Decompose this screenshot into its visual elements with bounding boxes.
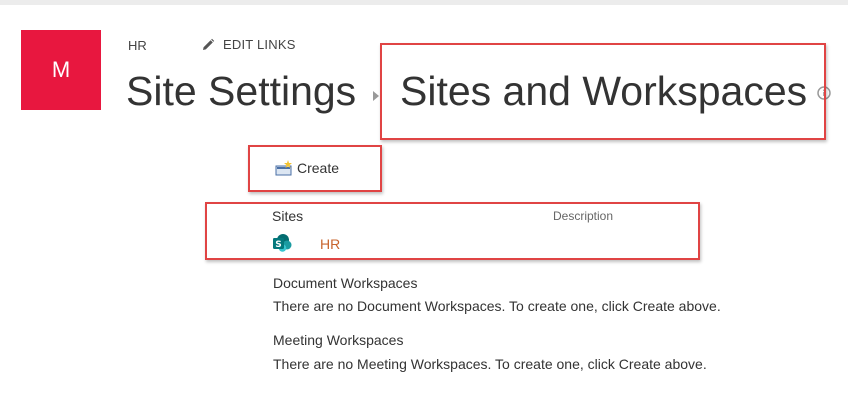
sites-column-header: Sites (272, 208, 304, 224)
meeting-workspaces-heading: Meeting Workspaces (273, 332, 404, 348)
meeting-workspaces-empty-message: There are no Meeting Workspaces. To crea… (273, 356, 707, 372)
site-logo-letter: M (51, 57, 71, 82)
document-workspaces-heading: Document Workspaces (273, 275, 418, 291)
pencil-icon (201, 38, 215, 52)
document-workspaces-empty-message: There are no Document Workspaces. To cre… (273, 298, 721, 314)
breadcrumb-separator-icon (372, 88, 380, 106)
create-label: Create (297, 160, 340, 176)
page-title: Sites and Workspaces (400, 68, 808, 114)
site-name-link[interactable]: HR (128, 38, 147, 53)
description-column-header: Description (553, 209, 614, 223)
svg-text:S: S (275, 240, 281, 250)
site-link-hr[interactable]: HR (320, 236, 340, 252)
info-icon[interactable] (817, 86, 831, 100)
create-button[interactable]: Create (275, 160, 339, 176)
new-item-icon (275, 160, 295, 176)
edit-links-button[interactable]: EDIT LINKS (201, 37, 296, 52)
suite-bar (0, 0, 848, 5)
edit-links-label: EDIT LINKS (223, 37, 296, 52)
breadcrumb-site-settings[interactable]: Site Settings (126, 66, 356, 116)
site-logo[interactable]: M (21, 30, 101, 110)
sharepoint-icon: S (272, 233, 292, 253)
